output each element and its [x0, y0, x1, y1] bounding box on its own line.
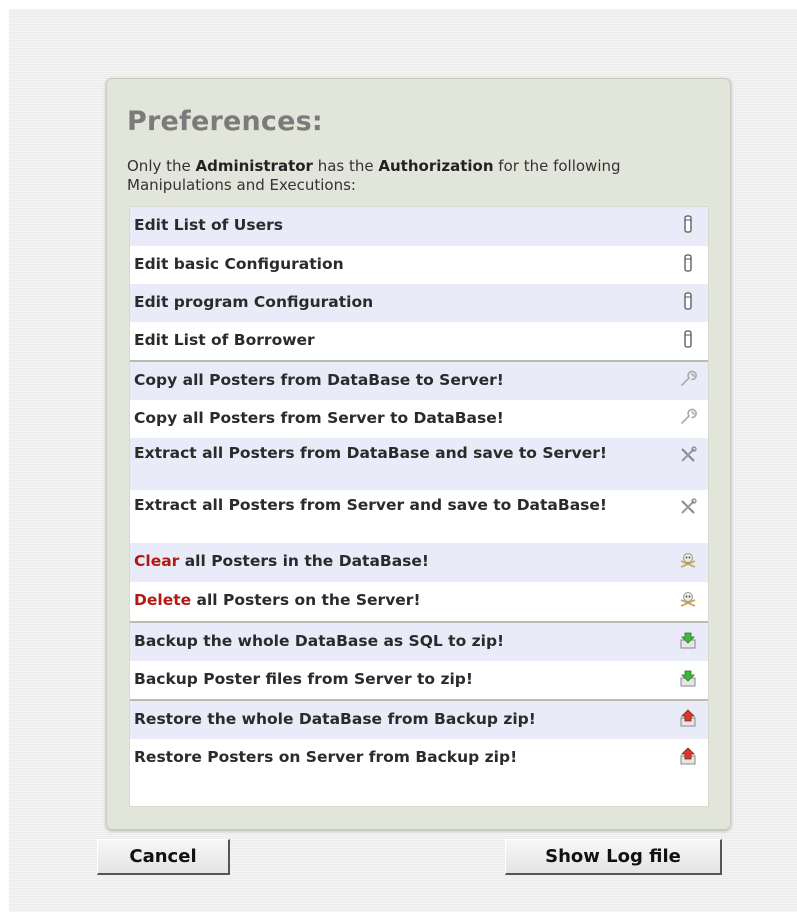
intro-administrator: Administrator — [195, 157, 313, 175]
action-edit-basic-config[interactable]: Edit basic Configuration — [130, 246, 708, 284]
intro-authorization: Authorization — [378, 157, 494, 175]
edit-lock-icon — [679, 214, 697, 234]
action-label: Backup the whole DataBase as SQL to zip! — [134, 632, 505, 650]
action-label: Delete all Posters on the Server! — [134, 591, 678, 610]
danger-word: Delete — [134, 591, 192, 609]
action-extract-db-to-server[interactable]: Extract all Posters from DataBase and sa… — [130, 438, 708, 490]
action-label: Extract all Posters from Server and save… — [134, 496, 607, 514]
action-label: Backup Poster files from Server to zip! — [134, 670, 473, 688]
wrench-icon — [679, 407, 697, 427]
action-clear-db-posters[interactable]: Clear all Posters in the DataBase! — [130, 543, 708, 582]
wrench-icon — [679, 369, 697, 389]
download-icon — [679, 630, 697, 650]
action-label: Edit List of Borrower — [134, 331, 315, 349]
cancel-button[interactable]: Cancel — [97, 839, 230, 875]
intro-text-part: has the — [312, 157, 379, 175]
tools-icon — [679, 497, 697, 517]
action-label: Edit List of Users — [134, 216, 284, 234]
action-label: Restore Posters on Server from Backup zi… — [134, 748, 518, 766]
danger-word: Clear — [134, 552, 180, 570]
intro-text: Only the Administrator has the Authoriza… — [127, 157, 697, 195]
window-background: Preferences: Only the Administrator has … — [9, 9, 797, 912]
edit-lock-icon — [679, 291, 697, 311]
action-backup-db-sql[interactable]: Backup the whole DataBase as SQL to zip! — [130, 621, 708, 661]
action-copy-db-to-server[interactable]: Copy all Posters from DataBase to Server… — [130, 360, 708, 400]
action-extract-server-to-db[interactable]: Extract all Posters from Server and save… — [130, 490, 708, 543]
action-label: Edit program Configuration — [134, 293, 374, 311]
skull-icon — [679, 589, 697, 609]
action-edit-program-config[interactable]: Edit program Configuration — [130, 284, 708, 322]
action-label: Copy all Posters from Server to DataBase… — [134, 409, 504, 427]
intro-text-part: Only the — [127, 157, 196, 175]
action-backup-poster-files[interactable]: Backup Poster files from Server to zip! — [130, 661, 708, 699]
upload-icon — [679, 708, 697, 728]
page-title: Preferences: — [127, 106, 323, 137]
actions-list: Edit List of Users Edit basic Configurat… — [129, 206, 709, 807]
download-icon — [679, 668, 697, 688]
action-edit-users[interactable]: Edit List of Users — [130, 207, 708, 246]
action-restore-posters[interactable]: Restore Posters on Server from Backup zi… — [130, 739, 708, 777]
action-label-rest: all Posters in the DataBase! — [179, 552, 429, 570]
edit-lock-icon — [679, 329, 697, 349]
action-label: Clear all Posters in the DataBase! — [134, 552, 678, 571]
show-log-button[interactable]: Show Log file — [505, 839, 722, 875]
preferences-panel: Preferences: Only the Administrator has … — [106, 78, 731, 830]
action-label: Extract all Posters from DataBase and sa… — [134, 444, 607, 462]
action-copy-server-to-db[interactable]: Copy all Posters from Server to DataBase… — [130, 400, 708, 438]
upload-icon — [679, 746, 697, 766]
action-delete-server-posters[interactable]: Delete all Posters on the Server! — [130, 582, 708, 621]
action-edit-borrower[interactable]: Edit List of Borrower — [130, 322, 708, 360]
tools-icon — [679, 445, 697, 465]
action-restore-db[interactable]: Restore the whole DataBase from Backup z… — [130, 699, 708, 739]
skull-icon — [679, 550, 697, 570]
edit-lock-icon — [679, 253, 697, 273]
action-label: Restore the whole DataBase from Backup z… — [134, 710, 536, 728]
action-label: Copy all Posters from DataBase to Server… — [134, 371, 504, 389]
action-label-rest: all Posters on the Server! — [191, 591, 421, 609]
action-label: Edit basic Configuration — [134, 255, 344, 273]
